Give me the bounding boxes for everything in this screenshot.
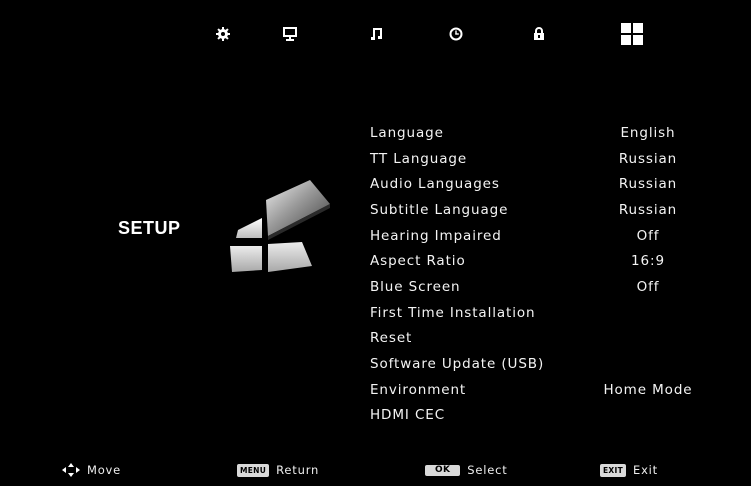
menu-item-label: Subtitle Language	[370, 201, 509, 218]
clock-icon	[449, 27, 463, 41]
hint-return: MENU Return	[237, 461, 319, 479]
menu-item-software-update[interactable]: Software Update (USB)	[370, 351, 710, 377]
menu-item-hearing-impaired[interactable]: Hearing Impaired Off	[370, 223, 710, 249]
hint-select: OK Select	[425, 461, 508, 479]
menu-item-aspect-ratio[interactable]: Aspect Ratio 16:9	[370, 248, 710, 274]
menu-item-value: Home Mode	[603, 381, 693, 398]
menu-item-label: Software Update (USB)	[370, 356, 545, 373]
top-menu-bar	[0, 18, 751, 50]
menu-item-language[interactable]: Language English	[370, 120, 710, 146]
tab-sound[interactable]	[357, 18, 397, 50]
menu-item-label: First Time Installation	[370, 304, 536, 321]
tab-setup[interactable]	[612, 18, 652, 50]
footer-hint-bar: Move MENU Return OK Select EXIT Exit	[0, 461, 751, 479]
tab-time[interactable]	[436, 18, 476, 50]
hint-move: Move	[62, 461, 121, 479]
menu-item-label: Reset	[370, 330, 413, 347]
menu-item-environment[interactable]: Environment Home Mode	[370, 377, 710, 403]
menu-item-label: Blue Screen	[370, 278, 461, 295]
menu-item-value: Off	[636, 227, 660, 244]
hint-exit: EXIT Exit	[600, 461, 658, 479]
menu-item-value: 16:9	[631, 253, 665, 270]
menu-item-audio-languages[interactable]: Audio Languages Russian	[370, 171, 710, 197]
tab-lock[interactable]	[519, 18, 559, 50]
menu-item-tt-language[interactable]: TT Language Russian	[370, 146, 710, 172]
menu-item-value: English	[620, 124, 676, 141]
menu-item-reset[interactable]: Reset	[370, 326, 710, 352]
menu-item-value: Off	[636, 278, 660, 295]
music-note-icon	[371, 28, 382, 40]
menu-item-subtitle-language[interactable]: Subtitle Language Russian	[370, 197, 710, 223]
setup-menu: Language English TT Language Russian Aud…	[370, 120, 710, 428]
menu-item-label: TT Language	[370, 150, 468, 167]
menu-item-hdmi-cec[interactable]: HDMI CEC	[370, 403, 710, 429]
gear-icon	[216, 27, 230, 41]
tab-picture[interactable]	[203, 18, 243, 50]
padlock-icon	[534, 27, 544, 40]
exit-key-icon: EXIT	[600, 463, 627, 477]
menu-key-icon: MENU	[237, 463, 270, 477]
grid-icon	[621, 23, 643, 45]
menu-item-value: Russian	[618, 201, 678, 218]
menu-item-label: Environment	[370, 381, 467, 398]
ok-key-icon: OK	[425, 464, 461, 476]
hint-exit-label: Exit	[633, 463, 658, 477]
menu-item-value: Russian	[618, 150, 678, 167]
menu-item-label: Hearing Impaired	[370, 227, 502, 244]
menu-item-label: Language	[370, 124, 444, 141]
tab-channel[interactable]	[270, 18, 310, 50]
setup-logo-icon	[230, 180, 330, 272]
arrow-keys-icon	[62, 463, 80, 477]
menu-item-label: Audio Languages	[370, 176, 500, 193]
menu-item-label: HDMI CEC	[370, 407, 446, 424]
monitor-icon	[283, 27, 297, 41]
menu-item-blue-screen[interactable]: Blue Screen Off	[370, 274, 710, 300]
menu-item-value: Russian	[618, 176, 678, 193]
hint-move-label: Move	[87, 463, 122, 477]
menu-item-first-time-installation[interactable]: First Time Installation	[370, 300, 710, 326]
menu-item-label: Aspect Ratio	[370, 253, 466, 270]
hint-select-label: Select	[467, 463, 508, 477]
page-title: SETUP	[118, 218, 181, 238]
hint-return-label: Return	[276, 463, 320, 477]
